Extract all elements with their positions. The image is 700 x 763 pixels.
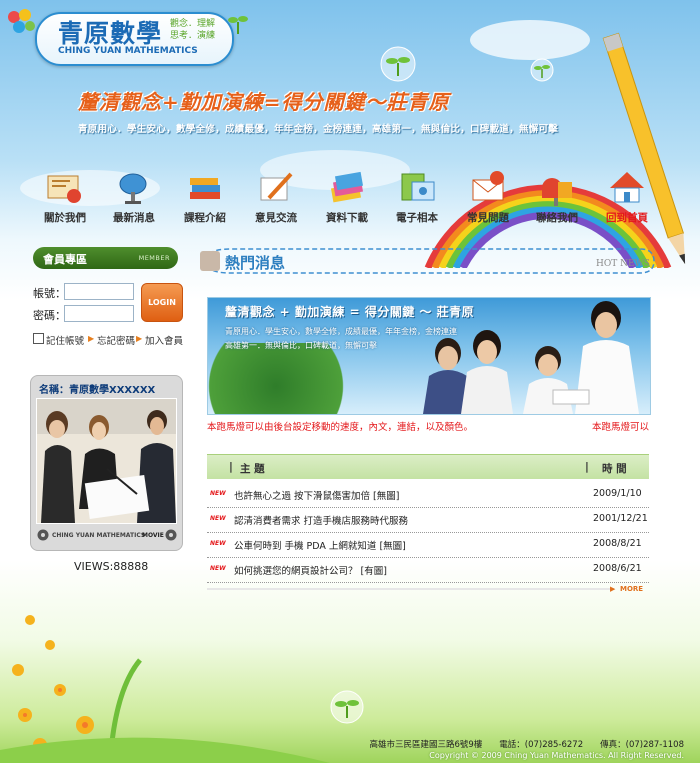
- new-badge: NEW: [210, 540, 226, 547]
- subject-header: 主 題: [240, 463, 265, 475]
- nav-label: 最新消息: [113, 212, 155, 224]
- bubble-sprout-icon: [330, 690, 364, 724]
- marquee-text[interactable]: 本跑馬燈可以: [592, 419, 649, 433]
- promo-banner[interactable]: 釐清觀念 + 勤加演練 = 得分關鍵 ～ 莊青原 青原用心．學生安心，數學全修，…: [207, 297, 651, 415]
- logo-tagline: 觀念．理解 思考．演練: [170, 19, 216, 41]
- nav-label: 常見問題: [467, 212, 509, 224]
- nav-label: 課程介紹: [184, 212, 226, 224]
- news-title[interactable]: 也許無心之過 按下滑鼠傷害加倍 [無圖]: [234, 488, 399, 502]
- password-label: 密碼：: [33, 309, 66, 322]
- column-divider: |: [585, 461, 589, 473]
- news-row[interactable]: NEW 也許無心之過 按下滑鼠傷害加倍 [無圖] 2009/1/10: [207, 482, 649, 508]
- arrow-icon: ▶: [88, 334, 95, 343]
- nav-label: 電子相本: [396, 212, 438, 224]
- nav-label: 關於我們: [44, 212, 86, 224]
- new-badge: NEW: [210, 490, 226, 497]
- hot-news-en: HOT NEWS: [596, 259, 650, 269]
- nav-label: 意見交流: [255, 212, 297, 224]
- member-header: 會員專區 MEMBER: [33, 247, 178, 269]
- account-label: 帳號：: [33, 287, 66, 300]
- satellite-dish-icon: [119, 173, 147, 204]
- film-reel-icon: [37, 529, 49, 541]
- news-date: 2008/6/21: [593, 563, 642, 574]
- news-title[interactable]: 認清消費者需求 打造手機店服務時代服務: [234, 513, 408, 527]
- bubble-sprout-icon: [380, 46, 416, 82]
- sprout-icon: [228, 16, 248, 34]
- flowers-image: [0, 615, 330, 763]
- password-input[interactable]: [64, 305, 134, 322]
- logo-title: 青原數學: [58, 19, 163, 48]
- arrow-icon: ▶: [610, 585, 616, 593]
- cloud: [470, 20, 590, 60]
- logo-english: CHING YUAN MATHEMATICS: [58, 46, 198, 56]
- certificate-icon: [47, 175, 81, 203]
- movie-title: 名稱：青原數學XXXXXX: [39, 385, 156, 396]
- nav-news[interactable]: 最新消息: [101, 150, 167, 240]
- news-date: 2001/12/21: [593, 513, 648, 524]
- news-title[interactable]: 如何挑選您的網頁設計公司？ [有圖]: [234, 563, 387, 577]
- nav-contact[interactable]: 聯絡我們: [524, 150, 590, 240]
- bubble-sprout-icon: [530, 58, 554, 82]
- film-reel-icon: [165, 529, 177, 541]
- nav-faq[interactable]: 常見問題: [455, 150, 521, 240]
- new-badge: NEW: [210, 515, 226, 522]
- nav-album[interactable]: 電子相本: [384, 150, 450, 240]
- books-icon: [190, 178, 220, 199]
- join-member-link[interactable]: 加入會員: [145, 333, 183, 347]
- photo-album-icon: [401, 173, 435, 201]
- movie-footer: CHING YUAN MATHEMATICS: [52, 532, 146, 539]
- time-header: 時 間: [602, 463, 627, 475]
- slogan: 釐清觀念+勤加演練=得分關鍵～莊青原: [78, 90, 450, 114]
- forgot-password-link[interactable]: 忘記密碼: [97, 333, 135, 347]
- news-row[interactable]: NEW 如何挑選您的網頁設計公司？ [有圖] 2008/6/21: [207, 557, 649, 583]
- nav-label: 回到首頁: [606, 212, 648, 224]
- footer-address: 高雄市三民區建國三路6號9樓 電話：(07)285-6272 傳真：(07)28…: [369, 740, 684, 750]
- color-balls-icon: [8, 9, 35, 33]
- remember-checkbox[interactable]: [33, 333, 44, 344]
- tree-image: [208, 343, 378, 414]
- home-icon: [610, 172, 644, 203]
- arrow-icon: ▶: [136, 334, 143, 343]
- hot-news-title: 熱門消息: [225, 254, 286, 272]
- nav-label: 聯絡我們: [536, 212, 578, 224]
- remember-label: 記住帳號: [46, 336, 85, 347]
- new-badge: NEW: [210, 565, 226, 572]
- nav-download[interactable]: 資料下載: [314, 150, 380, 240]
- pen-paper-icon: [260, 172, 293, 201]
- account-input[interactable]: [64, 283, 134, 300]
- business-people-image: [37, 399, 176, 523]
- news-row[interactable]: NEW 認清消費者需求 打造手機店服務時代服務 2001/12/21: [207, 507, 649, 533]
- question-mail-icon: [472, 171, 504, 201]
- nav-feedback[interactable]: 意見交流: [243, 150, 309, 240]
- news-date: 2008/8/21: [593, 538, 642, 549]
- member-title: 會員專區: [43, 253, 87, 266]
- views-counter: VIEWS:88888: [74, 560, 149, 573]
- students-image: [423, 301, 639, 414]
- cards-icon: [330, 171, 364, 203]
- column-divider: |: [229, 461, 233, 473]
- movie-footer-tag: MOVIE: [142, 532, 164, 539]
- member-tag: MEMBER: [138, 254, 170, 262]
- nav-courses[interactable]: 課程介紹: [172, 150, 238, 240]
- news-table-header: | 主 題 | 時 間: [207, 454, 649, 479]
- nav-about[interactable]: 關於我們: [32, 150, 98, 240]
- footer-copyright: Copyright © 2009 Ching Yuan Mathematics.…: [429, 751, 684, 760]
- main-nav: 關於我們 最新消息 課程介紹 意見交流 資料下載 電子相本 常見問題 聯絡我們 …: [0, 150, 700, 250]
- login-button[interactable]: LOGIN: [141, 283, 183, 322]
- mailbox-icon: [542, 178, 572, 206]
- movie-thumbnail[interactable]: [36, 398, 177, 524]
- news-row[interactable]: NEW 公車何時到 手機 PDA 上網就知道 [無圖] 2008/8/21: [207, 532, 649, 558]
- news-title[interactable]: 公車何時到 手機 PDA 上網就知道 [無圖]: [234, 538, 406, 552]
- marquee-text[interactable]: 本跑馬燈可以由後台設定移動的速度，內文，連結，以及顏色。: [207, 419, 473, 433]
- nav-home[interactable]: 回到首頁: [594, 150, 660, 240]
- nav-label: 資料下載: [326, 212, 368, 224]
- movie-box: 名稱：青原數學XXXXXX CHING YUAN MATHEMATICS MOV…: [30, 375, 183, 551]
- more-link[interactable]: MORE: [620, 585, 643, 593]
- news-date: 2009/1/10: [593, 488, 642, 499]
- divider: [207, 588, 614, 590]
